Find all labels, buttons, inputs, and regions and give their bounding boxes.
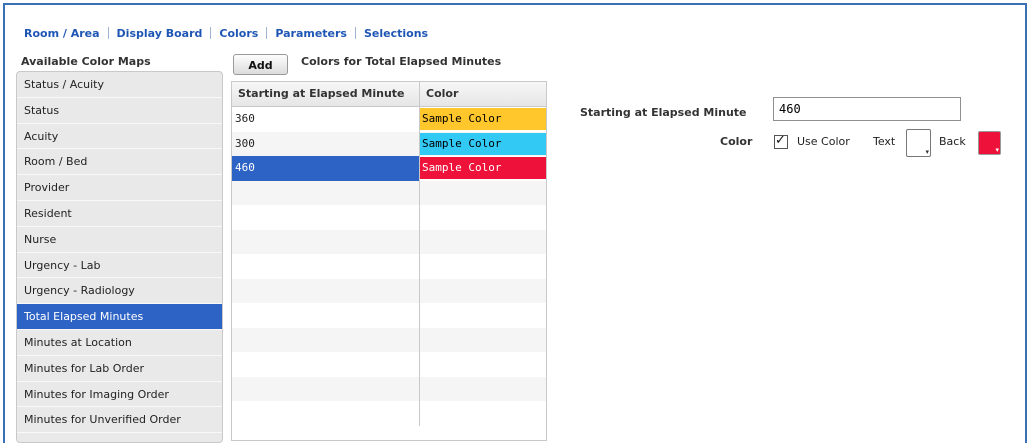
color-map-item[interactable]: Urgency - Radiology	[17, 278, 222, 305]
nav-colors[interactable]: Colors	[219, 27, 258, 40]
color-cell	[420, 401, 546, 426]
color-map-list: Status / Acuity Status Acuity Room / Bed Pro…	[16, 71, 223, 443]
minute-cell	[232, 401, 420, 426]
nav-room-area[interactable]: Room / Area	[24, 27, 100, 40]
color-cell	[420, 230, 546, 255]
minute-cell	[232, 278, 420, 303]
color-label: Color	[720, 135, 753, 148]
color-map-item[interactable]: Total Elapsed Minutes	[17, 304, 222, 330]
table-header: Starting at Elapsed Minute Color	[232, 82, 546, 107]
nav-selections[interactable]: Selections	[364, 27, 428, 40]
color-table: Starting at Elapsed Minute Color 360 Samp…	[231, 81, 547, 441]
color-cell	[420, 377, 546, 402]
nav-divider	[354, 27, 356, 39]
table-row[interactable]: 300 Sample Color	[232, 131, 546, 157]
empty-table-row	[232, 205, 546, 230]
color-cell: Sample Color	[420, 156, 546, 181]
color-map-item[interactable]: Minutes for Lab Order	[17, 356, 222, 382]
color-map-item[interactable]: Urgency - Lab	[17, 253, 222, 279]
back-color-label: Back	[939, 135, 966, 148]
color-map-item[interactable]: Provider	[17, 175, 222, 201]
minute-cell	[232, 376, 420, 401]
top-navigation: Room / Area Display Board Colors Paramet…	[24, 26, 428, 40]
minute-cell: 300	[232, 131, 420, 156]
color-map-item[interactable]: Resident	[17, 201, 222, 227]
color-map-item[interactable]: Minutes for Unverified Order	[17, 407, 222, 434]
nav-divider	[210, 27, 212, 39]
nav-parameters[interactable]: Parameters	[275, 27, 347, 40]
text-color-label: Text	[873, 135, 896, 148]
color-cell	[420, 254, 546, 279]
nav-display-board[interactable]: Display Board	[117, 27, 203, 40]
color-cell	[420, 181, 546, 206]
use-color-label: Use Color	[797, 135, 850, 148]
table-row[interactable]: 360 Sample Color	[232, 107, 546, 132]
available-color-maps-title: Available Color Maps	[21, 55, 151, 68]
color-cell: Sample Color	[420, 132, 546, 157]
check-icon: ✓	[775, 133, 786, 148]
color-cell	[420, 303, 546, 328]
sample-color-swatch: Sample Color	[420, 157, 546, 179]
color-map-item[interactable]: Minutes at Location	[17, 330, 222, 356]
minute-cell	[232, 205, 420, 230]
empty-table-row	[232, 401, 546, 426]
back-color-swatch[interactable]: ▾	[978, 131, 1001, 155]
minute-cell	[232, 229, 420, 254]
column-header-color[interactable]: Color	[420, 82, 546, 106]
empty-table-row	[232, 352, 546, 377]
dropdown-corner-icon: ▾	[925, 148, 929, 156]
sample-color-swatch: Sample Color	[420, 108, 546, 130]
minute-cell: 460	[232, 156, 420, 181]
empty-table-row	[232, 327, 546, 353]
starting-minute-input[interactable]	[773, 97, 961, 121]
color-cell: Sample Color	[420, 107, 546, 132]
empty-table-row	[232, 303, 546, 328]
color-map-item[interactable]: Room / Bed	[17, 149, 222, 176]
color-map-item[interactable]: Status	[17, 98, 222, 124]
color-map-item[interactable]: Minutes for Imaging Order	[17, 382, 222, 408]
color-table-title: Colors for Total Elapsed Minutes	[301, 55, 502, 68]
use-color-checkbox[interactable]: ✓	[774, 133, 788, 149]
color-map-item[interactable]: Acuity	[17, 124, 222, 150]
nav-divider	[107, 27, 109, 39]
color-map-item[interactable]: Status / Acuity	[17, 72, 222, 98]
nav-divider	[266, 27, 268, 39]
dropdown-corner-icon: ▾	[995, 146, 999, 154]
minute-cell	[232, 303, 420, 328]
color-map-item[interactable]: Nurse	[17, 227, 222, 253]
color-cell	[420, 279, 546, 304]
column-header-minute[interactable]: Starting at Elapsed Minute	[232, 82, 420, 106]
minute-cell: 360	[232, 107, 420, 132]
minute-cell	[232, 180, 420, 205]
table-row[interactable]: 460 Sample Color	[232, 156, 546, 181]
minute-cell	[232, 254, 420, 279]
empty-table-row	[232, 376, 546, 402]
sample-color-swatch: Sample Color	[420, 132, 546, 155]
minute-cell	[232, 352, 420, 377]
add-button[interactable]: Add	[233, 54, 288, 75]
text-color-swatch[interactable]: ▾	[906, 129, 931, 157]
table-body: 360 Sample Color 300 Sample Color 460 Sample …	[232, 107, 546, 426]
minute-cell	[232, 327, 420, 352]
empty-table-row	[232, 254, 546, 279]
color-cell	[420, 205, 546, 230]
empty-table-row	[232, 278, 546, 304]
starting-minute-label: Starting at Elapsed Minute	[580, 106, 747, 119]
empty-table-row	[232, 180, 546, 206]
empty-table-row	[232, 229, 546, 255]
color-cell	[420, 352, 546, 377]
color-cell	[420, 328, 546, 353]
